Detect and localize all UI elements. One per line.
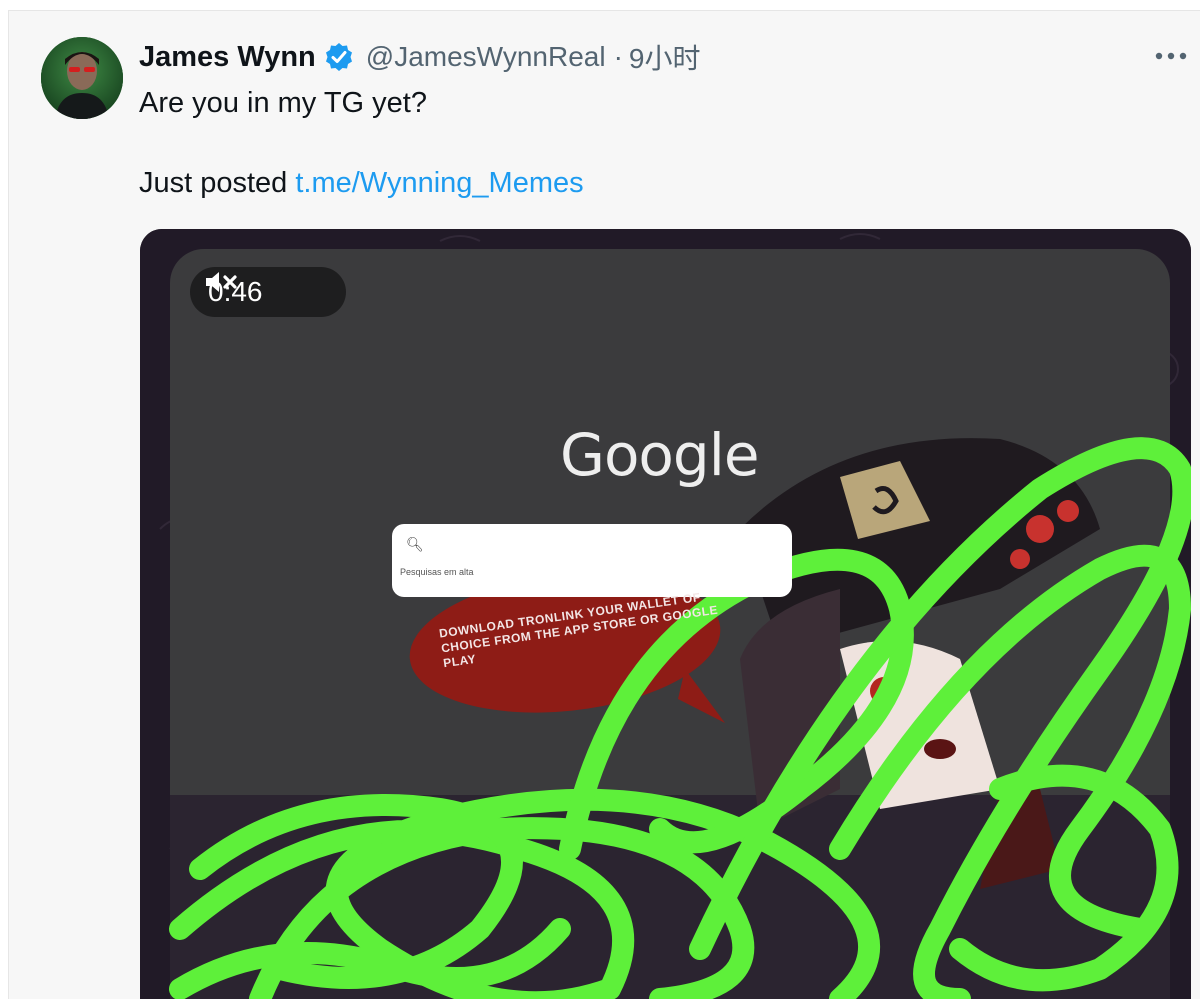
separator-dot: · [613, 41, 623, 72]
muted-speaker-icon[interactable] [202, 267, 242, 297]
telegram-link[interactable]: t.me/Wynning_Memes [295, 167, 583, 199]
page: James Wynn @JamesWynnReal · 9小时 Are you … [0, 0, 1200, 999]
verified-badge-icon [325, 43, 352, 71]
video-time-badge[interactable]: 0:46 [190, 267, 346, 317]
search-trending-label: Pesquisas em alta [400, 567, 474, 577]
google-logo-text: Google [560, 421, 760, 489]
avatar-image [41, 37, 123, 119]
author-name[interactable]: James Wynn [139, 41, 316, 74]
author-handle[interactable]: @JamesWynnReal [366, 41, 606, 73]
tweet-text-prefix: Just posted [139, 167, 296, 199]
tweet-card[interactable]: James Wynn @JamesWynnReal · 9小时 Are you … [8, 10, 1200, 999]
tweet-text-line-1: Are you in my TG yet? [139, 87, 427, 119]
tweet-timestamp[interactable]: 9小时 [629, 37, 701, 77]
tweet-header: James Wynn @JamesWynnReal · 9小时 [139, 37, 700, 77]
video-player[interactable]: 0:46 Google 🔍︎ Pesquisas em alta DOWNLOA… [140, 229, 1191, 999]
more-options-button[interactable] [1151, 39, 1191, 73]
more-horizontal-icon [1155, 52, 1187, 60]
tweet-text-line-2: Just posted t.me/Wynning_Memes [139, 167, 584, 200]
google-search-box: 🔍︎ Pesquisas em alta [392, 524, 792, 597]
avatar[interactable] [41, 37, 123, 119]
search-icon: 🔍︎ [406, 536, 424, 552]
